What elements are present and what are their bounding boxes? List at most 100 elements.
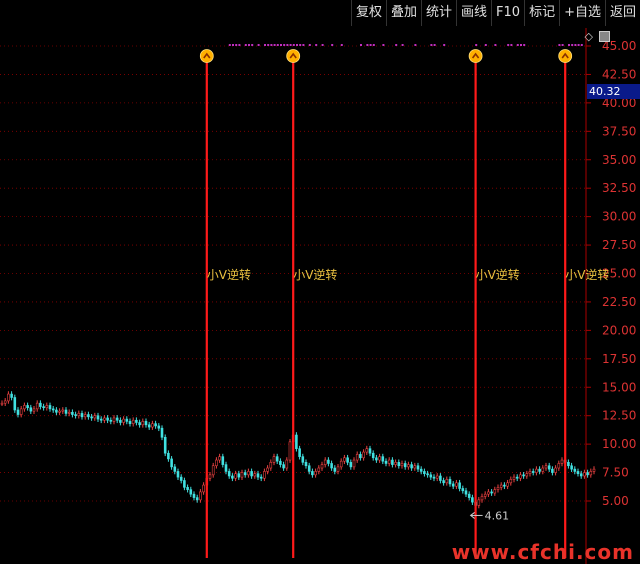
toolbar-button-6[interactable]: +自选 xyxy=(559,0,605,26)
candle-body xyxy=(80,413,84,418)
toolbar-button-3[interactable]: 画线 xyxy=(456,0,491,26)
candle-body xyxy=(144,421,148,426)
signal-dot xyxy=(523,44,526,46)
candle-body xyxy=(435,475,439,479)
candle-body xyxy=(125,418,129,422)
candle-body xyxy=(151,423,154,428)
candle-body xyxy=(45,405,49,409)
candle-body xyxy=(35,402,39,410)
candle-body xyxy=(99,418,103,421)
candle-body xyxy=(362,451,365,459)
candle-body xyxy=(128,421,132,424)
candle-body xyxy=(39,402,42,407)
candle-body xyxy=(455,482,458,487)
candle-body xyxy=(269,462,273,469)
toolbar-button-0[interactable]: 复权 xyxy=(350,0,386,26)
candle-body xyxy=(298,448,301,457)
candle-body xyxy=(554,467,557,473)
candle-body xyxy=(339,460,343,468)
signal-dot xyxy=(235,44,238,46)
candle-body xyxy=(64,409,68,414)
candle-body xyxy=(327,459,330,464)
candle-body xyxy=(442,480,445,484)
up-arrow-icon xyxy=(468,49,483,63)
candle-body xyxy=(477,499,481,506)
toolbar-button-2[interactable]: 统计 xyxy=(421,0,456,26)
signal-lines: 小V逆转 小V逆转 小V逆转 小V逆转 xyxy=(199,49,609,558)
signal-dot xyxy=(283,44,286,46)
candle-body xyxy=(304,462,308,467)
candle-body xyxy=(93,415,97,419)
signal-dots xyxy=(228,44,583,46)
candle-body xyxy=(576,471,580,474)
signal-label: 小V逆转 xyxy=(207,267,251,282)
candle-body xyxy=(570,465,573,470)
signal-dot xyxy=(561,44,564,46)
window-icon[interactable] xyxy=(599,31,610,42)
candle-body xyxy=(90,416,93,419)
candle-body xyxy=(51,408,55,411)
toolbar-button-1[interactable]: 叠加 xyxy=(385,0,421,26)
candle-body xyxy=(387,459,391,464)
candle-body xyxy=(199,491,202,501)
candle-body xyxy=(173,466,177,472)
toolbar-button-5[interactable]: 标记 xyxy=(524,0,559,26)
candle-body xyxy=(519,474,522,479)
candle-body xyxy=(141,421,145,426)
candle-body xyxy=(346,457,349,463)
candle-body xyxy=(583,472,586,477)
candle-body xyxy=(61,409,65,412)
candle-body xyxy=(429,474,433,478)
candle-body xyxy=(147,424,151,428)
signal-dot xyxy=(510,44,513,46)
kline-chart[interactable]: 45.0042.5040.0037.5035.0032.5030.0027.50… xyxy=(0,0,640,564)
diamond-icon[interactable]: ◇ xyxy=(585,30,593,43)
candle-body xyxy=(195,497,199,501)
candle-body xyxy=(3,400,7,404)
candle-body xyxy=(301,456,305,463)
candle-body xyxy=(253,473,257,477)
candle-body xyxy=(368,448,372,454)
signal-dot xyxy=(244,44,247,46)
candle-body xyxy=(432,476,436,479)
axis-label: 15.00 xyxy=(602,380,636,394)
toolbar-button-7[interactable]: 返回 xyxy=(604,0,640,26)
candle-body xyxy=(333,467,337,472)
candle-body xyxy=(26,405,29,409)
candle-body xyxy=(176,471,180,478)
candle-body xyxy=(215,459,218,467)
candle-body xyxy=(288,441,292,461)
candle-body xyxy=(263,471,266,479)
toolbar-button-4[interactable]: F10 xyxy=(491,0,524,26)
axis-label: 35.00 xyxy=(602,153,636,167)
candle-body xyxy=(330,463,333,469)
candle-body xyxy=(375,457,378,461)
up-arrow-icon xyxy=(558,49,573,63)
candle-body xyxy=(259,476,263,479)
candle-body xyxy=(186,487,189,490)
signal-dot xyxy=(276,44,279,46)
signal-dot xyxy=(577,44,580,46)
toolbar: 复权 叠加 统计 画线 F10 标记 +自选 返回 xyxy=(0,0,640,28)
axis-label: 27.50 xyxy=(602,238,636,252)
signal-dot xyxy=(574,44,577,46)
candle-body xyxy=(231,475,234,479)
candle-body xyxy=(163,436,167,454)
candle-body xyxy=(29,407,33,412)
candle-body xyxy=(227,471,231,477)
candle-body xyxy=(320,464,324,469)
signal-dot xyxy=(369,44,372,46)
candle-body xyxy=(192,493,196,498)
candle-body xyxy=(208,474,212,479)
candle-body xyxy=(272,456,276,463)
candle-body xyxy=(589,471,593,476)
candle-body xyxy=(119,419,122,423)
candle-body xyxy=(55,409,58,413)
candle-body xyxy=(122,418,125,423)
candle-body xyxy=(74,414,77,416)
candle-body xyxy=(106,417,109,421)
axis-label: 22.50 xyxy=(602,295,636,309)
candle-body xyxy=(67,411,71,414)
candle-body xyxy=(170,458,173,468)
candle-body xyxy=(157,425,161,429)
